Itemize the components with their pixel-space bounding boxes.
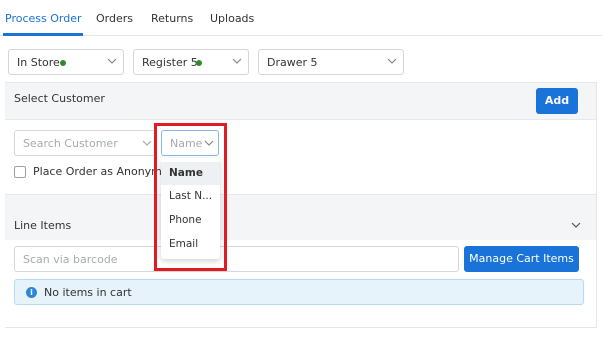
line-items-label: Line Items [14, 219, 72, 232]
chevron-down-icon [387, 58, 397, 64]
top-tabs: Process Order Orders Returns Uploads [0, 0, 602, 36]
line-items-header[interactable]: Line Items [5, 194, 597, 240]
barcode-input[interactable]: Scan via barcode [14, 246, 459, 272]
store-select-value: In Store [17, 56, 60, 69]
tab-process-order[interactable]: Process Order [5, 12, 81, 25]
tab-returns[interactable]: Returns [151, 12, 193, 25]
select-customer-label: Select Customer [14, 92, 105, 105]
anonymous-checkbox[interactable] [14, 166, 26, 178]
register-select-value: Register 5 [142, 56, 198, 69]
barcode-placeholder: Scan via barcode [23, 253, 118, 266]
chevron-down-icon [107, 58, 117, 64]
search-customer-placeholder: Search Customer [23, 137, 118, 150]
register-status-dot-icon [196, 60, 202, 66]
select-customer-header: Select Customer [5, 82, 597, 120]
panel-border-bottom [5, 327, 597, 328]
chevron-down-icon [232, 58, 242, 64]
register-select[interactable]: Register 5 [133, 49, 249, 75]
empty-cart-message: No items in cart [44, 286, 132, 299]
store-select[interactable]: In Store [8, 49, 124, 75]
drawer-select-value: Drawer 5 [267, 56, 318, 69]
store-status-dot-icon [60, 60, 66, 66]
empty-cart-alert: i No items in cart [14, 279, 584, 305]
active-tab-indicator [3, 33, 83, 36]
tab-uploads[interactable]: Uploads [210, 12, 254, 25]
search-customer-input[interactable]: Search Customer [14, 130, 156, 156]
panel-border-right [596, 82, 597, 328]
chevron-down-icon[interactable] [571, 219, 581, 231]
tab-orders[interactable]: Orders [96, 12, 133, 25]
chevron-down-icon [142, 140, 152, 146]
add-customer-button[interactable]: Add [536, 88, 578, 114]
info-icon: i [26, 287, 37, 298]
drawer-select[interactable]: Drawer 5 [258, 49, 404, 75]
manage-cart-items-button[interactable]: Manage Cart Items [464, 246, 579, 272]
highlight-box [154, 123, 227, 271]
